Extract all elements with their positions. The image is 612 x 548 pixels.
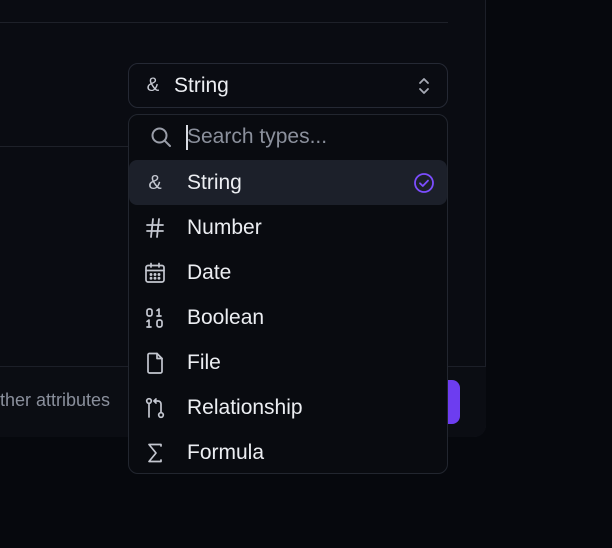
hash-icon [146,218,164,238]
type-options-list: & String Number Date Boolean File Relati… [129,160,447,473]
sigma-icon [148,443,162,463]
option-string[interactable]: & String [129,160,447,205]
option-boolean[interactable]: Boolean [129,295,447,340]
search-input[interactable] [185,122,437,152]
option-label: Formula [187,441,265,464]
panel-divider [0,22,448,23]
option-label: Boolean [187,306,265,329]
field-divider [0,146,130,147]
option-number[interactable]: Number [129,205,447,250]
option-label: Number [187,216,262,239]
text-caret [186,125,188,150]
file-icon [147,352,163,374]
check-circle-icon [414,173,434,193]
chevron-up-down-icon [419,78,429,94]
option-file[interactable]: File [129,340,447,385]
option-formula[interactable]: Formula [129,430,447,473]
ampersand-icon: & [148,172,162,194]
type-dropdown: & String Number [128,114,448,474]
option-relationship[interactable]: Relationship [129,385,447,430]
search-row [129,115,447,159]
option-label: Relationship [187,396,303,419]
search-icon [151,127,171,147]
ampersand-icon: & [146,75,160,96]
option-date[interactable]: Date [129,250,447,295]
type-select[interactable]: & String [128,63,448,108]
calendar-icon [145,262,165,283]
option-label: String [187,171,242,194]
binary-icon [146,308,163,328]
option-label: File [187,351,221,374]
screen: ther attributes & String & String [0,0,612,548]
type-select-value: String [174,74,229,97]
other-attributes-link[interactable]: ther attributes [0,390,110,411]
git-pull-request-icon [145,397,165,419]
option-label: Date [187,261,232,284]
